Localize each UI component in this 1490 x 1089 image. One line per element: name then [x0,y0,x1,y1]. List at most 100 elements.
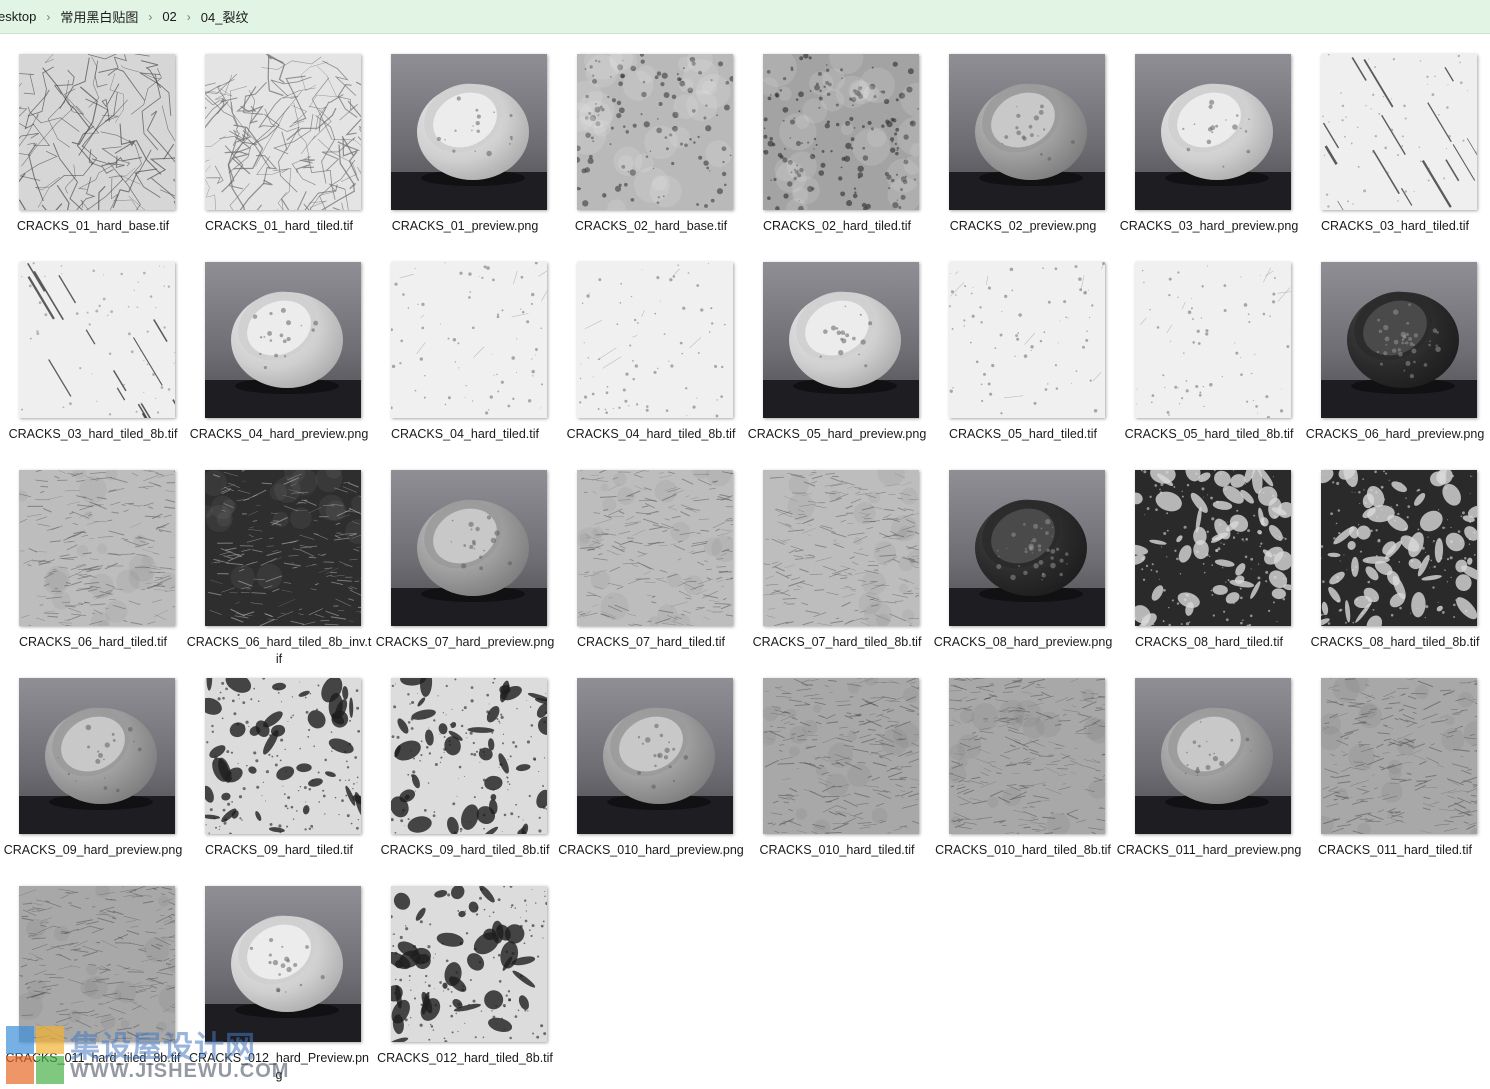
thumbnail-image [19,470,175,626]
file-thumbnail[interactable] [391,678,547,834]
thumbnail-image [205,54,361,210]
file-thumbnail[interactable] [1321,262,1477,418]
file-name: CRACKS_06_hard_preview.png [1305,427,1485,441]
file-name: CRACKS_09_hard_preview.png [3,843,183,857]
file-thumbnail[interactable] [763,678,919,834]
file-thumbnail[interactable] [949,54,1105,210]
file-thumbnail[interactable] [19,262,175,418]
file-name: CRACKS_05_hard_tiled.tif [949,427,1097,441]
file-name: CRACKS_012_hard_tiled_8b.tif [377,1051,553,1065]
file-thumbnail[interactable] [19,886,175,1042]
file-thumbnail[interactable] [1135,678,1291,834]
file-item[interactable]: CRACKS_04_hard_tiled_8b.tif [558,262,744,462]
file-item[interactable]: CRACKS_05_hard_tiled.tif [930,262,1116,462]
thumbnail-image [949,678,1105,834]
address-bar[interactable]: esktop › 常用黑白贴图 › 02 › 04_裂纹 [0,0,1490,34]
file-item[interactable]: CRACKS_04_hard_tiled.tif [372,262,558,462]
file-thumbnail[interactable] [391,886,547,1042]
file-item[interactable]: CRACKS_07_hard_tiled_8b.tif [744,470,930,670]
file-thumbnail[interactable] [19,678,175,834]
file-item[interactable]: CRACKS_011_hard_tiled.tif [1302,678,1488,878]
file-thumbnail[interactable] [19,470,175,626]
file-item[interactable]: CRACKS_03_hard_tiled.tif [1302,54,1488,254]
thumbnail-image [1321,54,1477,210]
file-item[interactable]: CRACKS_09_hard_tiled_8b.tif [372,678,558,878]
file-item[interactable]: CRACKS_02_hard_tiled.tif [744,54,930,254]
file-thumbnail[interactable] [949,678,1105,834]
file-thumbnail[interactable] [577,678,733,834]
file-thumbnail[interactable] [1321,470,1477,626]
file-thumbnail[interactable] [19,54,175,210]
file-thumbnail[interactable] [763,470,919,626]
file-item[interactable]: CRACKS_09_hard_preview.png [0,678,186,878]
file-item[interactable]: CRACKS_01_hard_tiled.tif [186,54,372,254]
file-thumbnail[interactable] [763,262,919,418]
file-thumbnail[interactable] [205,886,361,1042]
file-item[interactable]: CRACKS_010_hard_preview.png [558,678,744,878]
file-thumbnail[interactable] [205,678,361,834]
breadcrumb-item[interactable]: 04_裂纹 [197,7,253,26]
file-thumbnail[interactable] [577,470,733,626]
file-thumbnail[interactable] [577,262,733,418]
breadcrumb-item[interactable]: 常用黑白贴图 [56,7,142,26]
file-name: CRACKS_04_hard_tiled.tif [391,427,539,441]
file-name: CRACKS_01_hard_tiled.tif [205,219,353,233]
file-item[interactable]: CRACKS_07_hard_preview.png [372,470,558,670]
file-item[interactable]: CRACKS_010_hard_tiled_8b.tif [930,678,1116,878]
file-name: CRACKS_02_hard_tiled.tif [763,219,911,233]
file-thumbnail[interactable] [205,54,361,210]
file-thumbnail[interactable] [1321,54,1477,210]
file-thumbnail[interactable] [391,54,547,210]
thumbnail-image [19,678,175,834]
file-item[interactable]: CRACKS_06_hard_tiled_8b_inv.tif [186,470,372,670]
file-item[interactable]: CRACKS_02_hard_base.tif [558,54,744,254]
file-item[interactable]: CRACKS_06_hard_preview.png [1302,262,1488,462]
file-item[interactable]: CRACKS_03_hard_tiled_8b.tif [0,262,186,462]
breadcrumb-item[interactable]: 02 [158,9,180,24]
file-thumbnail[interactable] [1135,470,1291,626]
thumbnail-image [19,886,175,1042]
file-name: CRACKS_08_hard_preview.png [933,635,1113,649]
watermark-logo-icon [6,1026,64,1084]
file-thumbnail[interactable] [949,262,1105,418]
file-name: CRACKS_03_hard_preview.png [1119,219,1299,233]
thumbnail-image [763,54,919,210]
file-item[interactable]: CRACKS_09_hard_tiled.tif [186,678,372,878]
file-thumbnail[interactable] [763,54,919,210]
thumbnail-image [577,678,733,834]
file-item[interactable]: CRACKS_010_hard_tiled.tif [744,678,930,878]
file-thumbnail[interactable] [1321,678,1477,834]
file-item[interactable]: CRACKS_05_hard_tiled_8b.tif [1116,262,1302,462]
file-thumbnail[interactable] [205,470,361,626]
file-item[interactable]: CRACKS_03_hard_preview.png [1116,54,1302,254]
file-item[interactable]: CRACKS_08_hard_tiled.tif [1116,470,1302,670]
thumbnail-image [391,54,547,210]
file-item[interactable]: CRACKS_01_preview.png [372,54,558,254]
file-item[interactable]: CRACKS_08_hard_tiled_8b.tif [1302,470,1488,670]
file-thumbnail[interactable] [205,262,361,418]
file-name: CRACKS_010_hard_tiled_8b.tif [935,843,1111,857]
file-item[interactable]: CRACKS_08_hard_preview.png [930,470,1116,670]
file-name: CRACKS_07_hard_tiled.tif [577,635,725,649]
file-thumbnail[interactable] [1135,54,1291,210]
file-thumbnail[interactable] [577,54,733,210]
file-item[interactable]: CRACKS_05_hard_preview.png [744,262,930,462]
thumbnail-image [1135,678,1291,834]
thumbnail-image [391,470,547,626]
file-thumbnail[interactable] [391,470,547,626]
file-item[interactable]: CRACKS_07_hard_tiled.tif [558,470,744,670]
file-item[interactable]: CRACKS_02_preview.png [930,54,1116,254]
breadcrumb-item[interactable]: esktop [0,9,40,24]
file-thumbnail[interactable] [1135,262,1291,418]
file-thumbnail[interactable] [391,262,547,418]
thumbnail-image [1135,262,1291,418]
file-item[interactable]: CRACKS_06_hard_tiled.tif [0,470,186,670]
thumbnail-image [205,886,361,1042]
file-item[interactable]: CRACKS_011_hard_preview.png [1116,678,1302,878]
file-item[interactable]: CRACKS_012_hard_tiled_8b.tif [372,886,558,1086]
file-thumbnail[interactable] [949,470,1105,626]
thumbnail-image [1135,54,1291,210]
file-item[interactable]: CRACKS_01_hard_base.tif [0,54,186,254]
thumbnail-image [763,470,919,626]
file-item[interactable]: CRACKS_04_hard_preview.png [186,262,372,462]
